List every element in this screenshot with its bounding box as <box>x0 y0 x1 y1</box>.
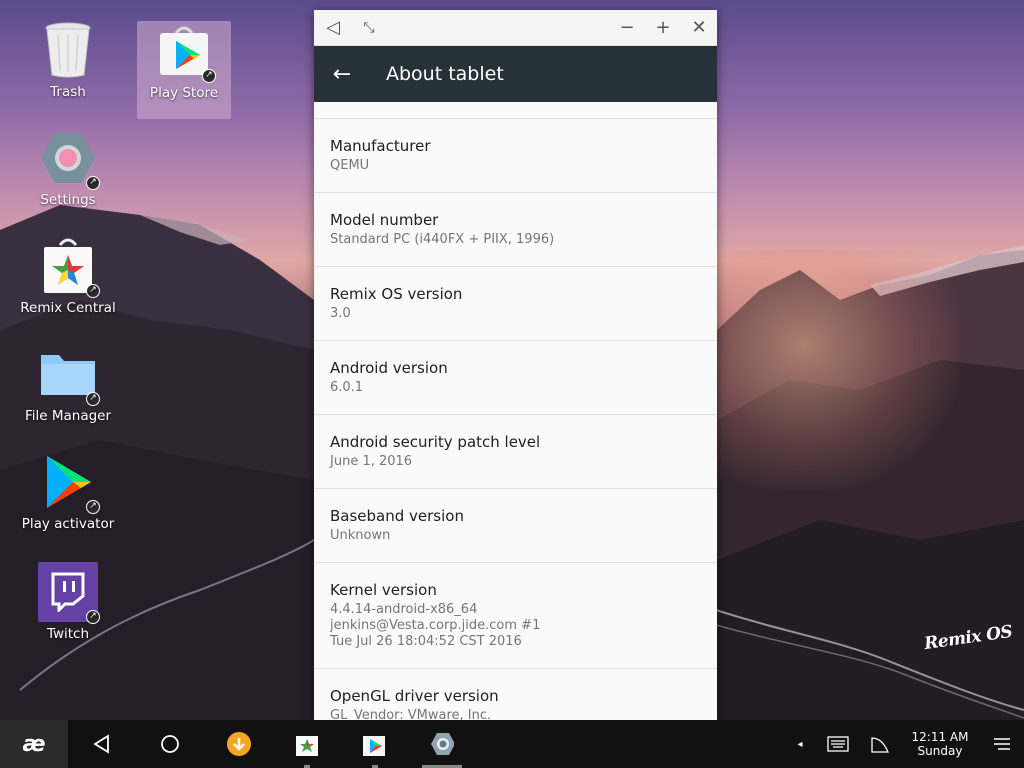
list-item-manufacturer[interactable]: Manufacturer QEMU <box>314 119 717 193</box>
desktop-icon-label: Trash <box>50 84 86 100</box>
notifications-menu-icon[interactable] <box>990 732 1014 756</box>
item-label: Remix OS version <box>330 285 463 303</box>
list-item-opengl-driver[interactable]: OpenGL driver version GL_Vendor: VMware,… <box>314 669 717 720</box>
desktop-icon-remix-central[interactable]: ↗ Remix Central <box>10 236 126 332</box>
download-app-icon[interactable] <box>227 732 251 756</box>
back-arrow-icon[interactable]: ← <box>314 62 370 87</box>
tray-expand-icon[interactable]: ◂ <box>788 732 812 756</box>
item-value: 4.4.14-android-x86_64 jenkins@Vesta.corp… <box>330 602 541 649</box>
close-icon[interactable]: ✕ <box>688 17 710 39</box>
desktop-icon-file-manager[interactable]: ↗ File Manager <box>10 344 126 440</box>
maximize-icon[interactable]: + <box>652 17 674 39</box>
desktop-icon-label: File Manager <box>24 408 112 424</box>
play-activator-icon: ↗ <box>38 452 100 514</box>
keyboard-icon[interactable] <box>826 732 850 756</box>
clock-day: Sunday <box>917 744 963 758</box>
shortcut-arrow-icon: ↗ <box>86 284 100 298</box>
settings-taskbar-icon[interactable] <box>430 732 454 756</box>
river <box>716 609 1024 719</box>
desktop-icon-label: Play activator <box>21 516 115 532</box>
page-title: About tablet <box>386 63 504 85</box>
app-bar: ← About tablet <box>314 46 717 102</box>
item-label: OpenGL driver version <box>330 687 499 705</box>
desktop-icon-trash[interactable]: Trash <box>10 20 126 116</box>
about-tablet-window[interactable]: ◁ ⤡ − + ✕ ← About tablet Manufacturer QE… <box>314 10 717 720</box>
list-item-baseband-version[interactable]: Baseband version Unknown <box>314 489 717 563</box>
desktop-icon-label: Remix Central <box>20 300 116 316</box>
play-store-taskbar-icon[interactable] <box>362 732 386 756</box>
shortcut-arrow-icon: ↗ <box>202 69 216 83</box>
minimize-icon[interactable]: − <box>616 17 638 39</box>
desktop-icon-play-activator[interactable]: ↗ Play activator <box>10 452 126 548</box>
shortcut-arrow-icon: ↗ <box>86 610 100 624</box>
item-label: Android version <box>330 359 448 377</box>
twitch-icon: ↗ <box>38 562 100 624</box>
desktop-icon-label: Settings <box>40 192 96 208</box>
item-value: GL_Vendor: VMware, Inc. <box>330 708 492 720</box>
list-item-remix-os-version[interactable]: Remix OS version 3.0 <box>314 267 717 341</box>
nav-home-icon[interactable] <box>158 732 182 756</box>
item-value: June 1, 2016 <box>330 454 413 469</box>
desktop-icon-twitch[interactable]: ↗ Twitch <box>10 562 126 658</box>
desktop-icon-label: Twitch <box>46 626 90 642</box>
item-label: Android security patch level <box>330 433 541 451</box>
item-value: QEMU <box>330 158 370 173</box>
trash-icon <box>38 20 98 80</box>
list-item-model-number[interactable]: Model number Standard PC (i440FX + PIIX,… <box>314 193 717 267</box>
clock-time: 12:11 AM <box>911 730 969 744</box>
item-label: Model number <box>330 211 439 229</box>
item-label: Manufacturer <box>330 137 431 155</box>
play-store-icon: ↗ <box>154 21 216 83</box>
sun-glow <box>700 250 960 490</box>
item-value: Standard PC (i440FX + PIIX, 1996) <box>330 232 555 247</box>
item-value: 6.0.1 <box>330 380 364 395</box>
shortcut-arrow-icon: ↗ <box>86 176 100 190</box>
item-label: Kernel version <box>330 581 437 599</box>
window-titlebar[interactable]: ◁ ⤡ − + ✕ <box>314 10 717 46</box>
settings-icon: ↗ <box>38 128 100 190</box>
item-label: Baseband version <box>330 507 464 525</box>
shortcut-arrow-icon: ↗ <box>86 500 100 514</box>
list-item-security-patch[interactable]: Android security patch level June 1, 201… <box>314 415 717 489</box>
settings-list[interactable]: Manufacturer QEMU Model number Standard … <box>314 102 717 720</box>
start-menu-button[interactable]: æ <box>0 720 68 768</box>
nav-back-icon[interactable] <box>90 732 114 756</box>
remix-central-taskbar-icon[interactable] <box>295 732 319 756</box>
list-item-kernel-version[interactable]: Kernel version 4.4.14-android-x86_64 jen… <box>314 563 717 669</box>
desktop-icon-settings[interactable]: ↗ Settings <box>10 128 126 224</box>
remix-central-icon: ↗ <box>38 236 100 298</box>
desktop-icon-label: Play Store <box>149 85 219 101</box>
window-resize-icon[interactable]: ⤡ <box>358 17 380 39</box>
shortcut-arrow-icon: ↗ <box>86 392 100 406</box>
window-back-icon[interactable]: ◁ <box>322 17 344 39</box>
remix-os-watermark: Remix OS <box>923 621 1014 655</box>
list-item-android-version[interactable]: Android version 6.0.1 <box>314 341 717 415</box>
desktop-icon-play-store[interactable]: ↗ Play Store <box>137 21 231 119</box>
item-value: 3.0 <box>330 306 351 321</box>
clock[interactable]: 12:11 AM Sunday <box>908 730 972 758</box>
item-value: Unknown <box>330 528 391 543</box>
network-signal-icon[interactable] <box>868 732 892 756</box>
list-divider <box>314 102 717 119</box>
folder-icon: ↗ <box>38 344 100 406</box>
